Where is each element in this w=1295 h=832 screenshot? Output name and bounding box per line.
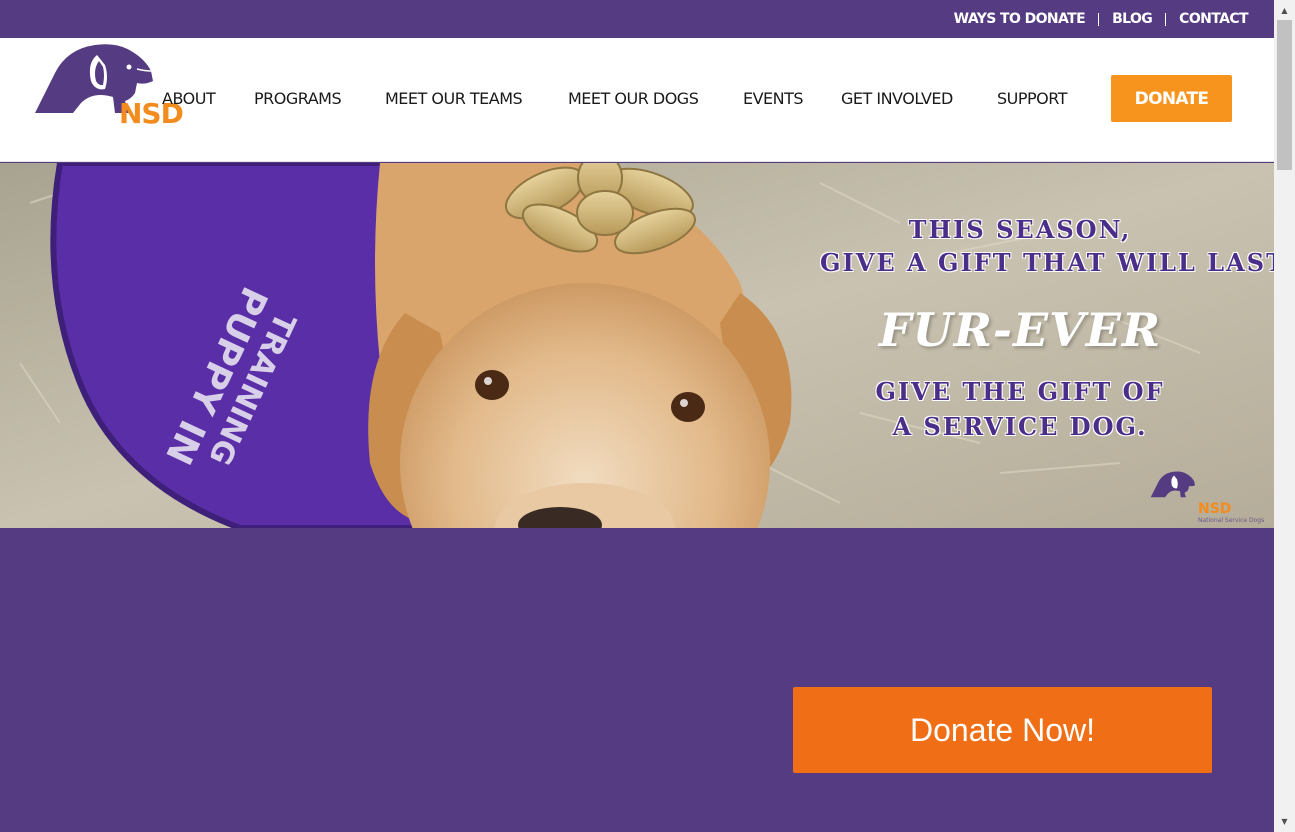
nav-meet-our-dogs[interactable]: MEET OUR DOGS [568, 89, 699, 108]
nsd-logo[interactable]: NSD [33, 41, 193, 133]
hero-line-4: A SERVICE DOG. [892, 412, 1148, 441]
scroll-up-icon[interactable]: ▲ [1274, 2, 1295, 19]
nav-programs[interactable]: PROGRAMS [254, 89, 342, 108]
hero-line-1: THIS SEASON, [908, 215, 1132, 244]
hero-banner: PUPPY IN TRAINING THIS SEASON, GIVE A GI… [0, 163, 1274, 528]
utility-nav: WAYS TO DONATE BLOG CONTACT [954, 11, 1249, 27]
hero-logo-subtext: National Service Dogs [1198, 517, 1265, 524]
utility-bar: WAYS TO DONATE BLOG CONTACT [0, 0, 1274, 38]
nav-events[interactable]: EVENTS [743, 89, 804, 108]
blog-link[interactable]: BLOG [1112, 11, 1153, 27]
donate-now-button[interactable]: Donate Now! [793, 687, 1212, 773]
nav-about[interactable]: ABOUT [162, 89, 216, 108]
nav-get-involved[interactable]: GET INVOLVED [841, 89, 953, 108]
nav-support[interactable]: SUPPORT [997, 89, 1067, 108]
hero-line-2: GIVE A GIFT THAT WILL LAST [820, 248, 1274, 277]
scroll-down-icon[interactable]: ▼ [1274, 813, 1295, 830]
hero-logo-text: NSD [1198, 501, 1232, 517]
donate-button[interactable]: DONATE [1111, 75, 1232, 122]
contact-link[interactable]: CONTACT [1179, 11, 1248, 27]
vertical-scrollbar[interactable]: ▲ ▼ [1274, 0, 1295, 832]
utility-separator [1098, 12, 1100, 26]
hero-highlight: FUR-EVER [878, 303, 1162, 357]
nav-meet-our-teams[interactable]: MEET OUR TEAMS [385, 89, 523, 108]
hero-line-3: GIVE THE GIFT OF [875, 377, 1165, 406]
utility-separator [1165, 12, 1167, 26]
hero-nsd-logo: NSD National Service Dogs [1150, 465, 1270, 525]
scroll-thumb[interactable] [1277, 20, 1292, 170]
site-header: NSD ABOUT PROGRAMS MEET OUR TEAMS MEET O… [0, 38, 1274, 162]
ways-to-donate-link[interactable]: WAYS TO DONATE [954, 11, 1086, 27]
donation-section: Donate Now! [0, 528, 1274, 832]
